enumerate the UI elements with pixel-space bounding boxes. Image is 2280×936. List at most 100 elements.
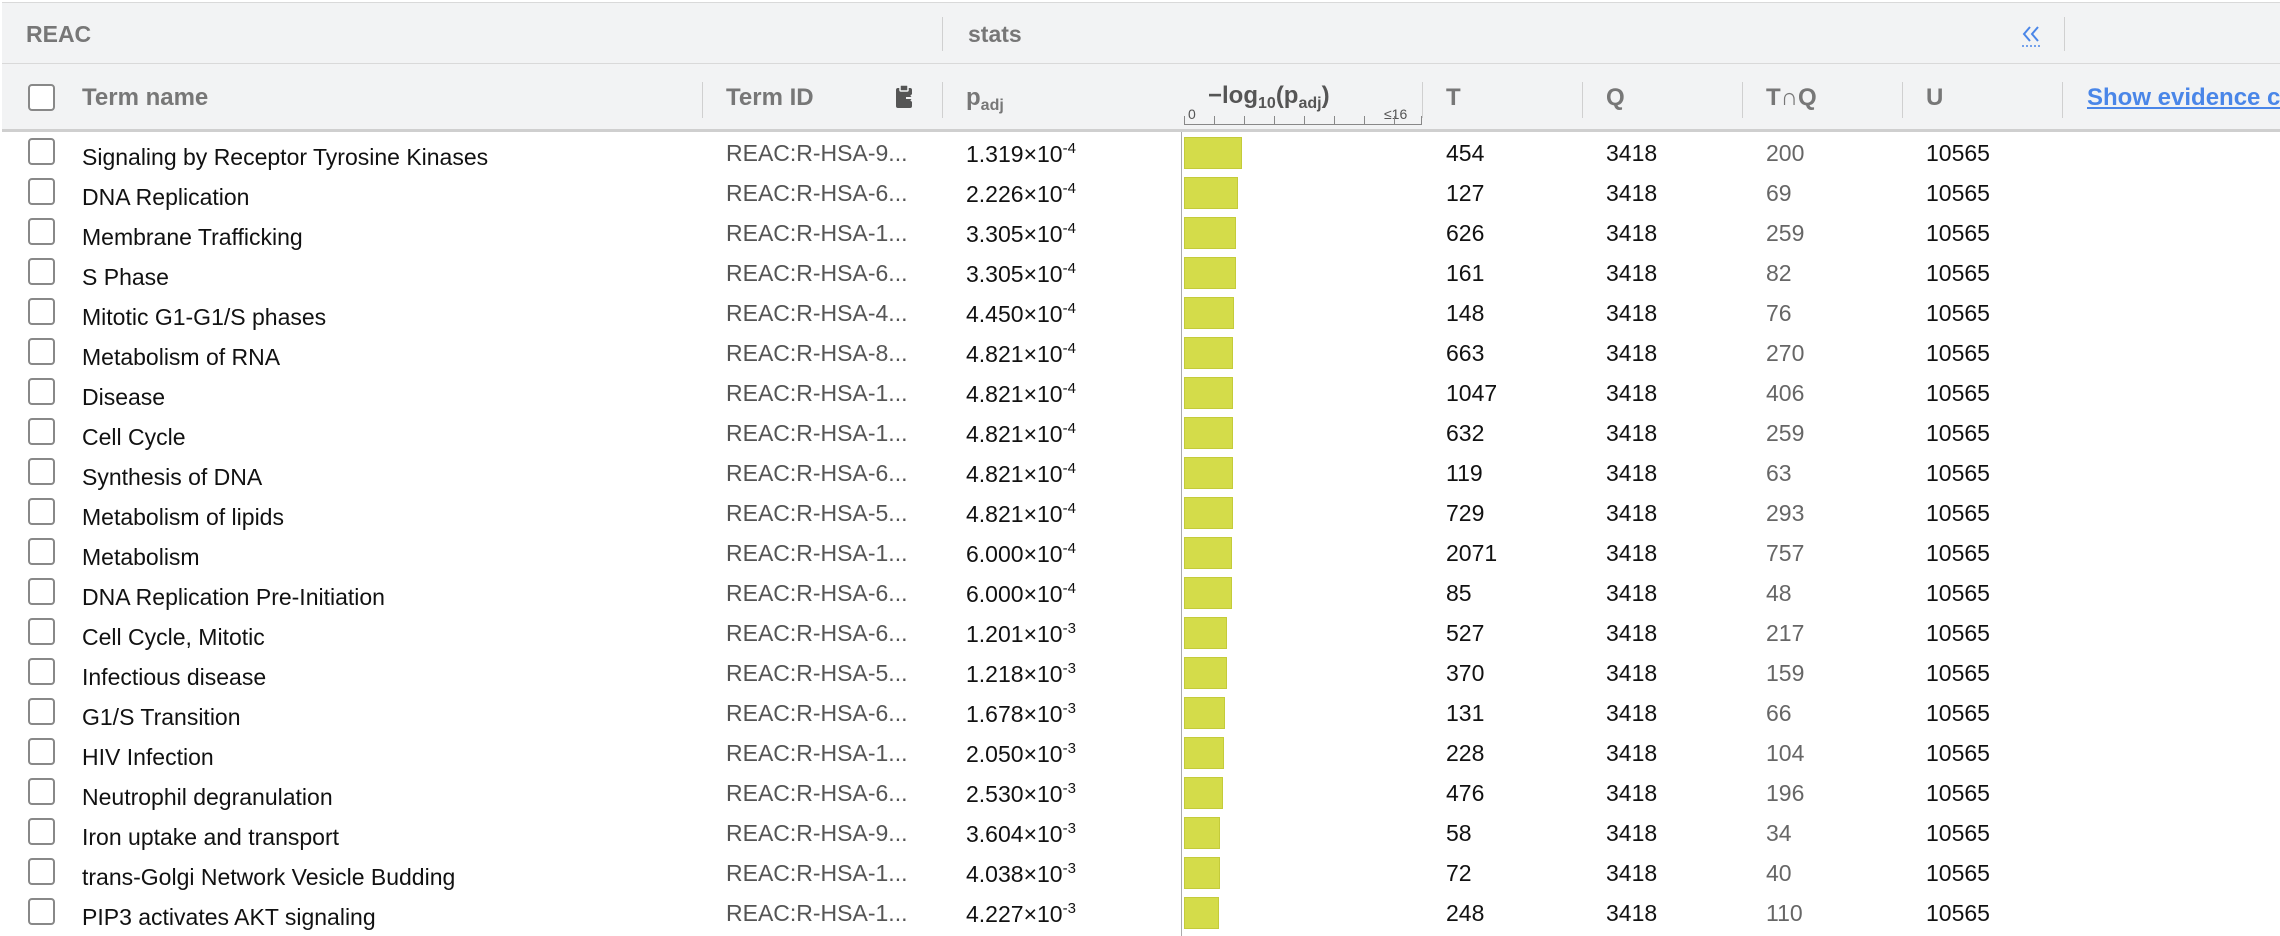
- show-evidence-link[interactable]: Show evidence c: [2087, 84, 2280, 112]
- term-name[interactable]: trans-Golgi Network Vesicle Budding: [82, 864, 455, 891]
- term-name[interactable]: Iron uptake and transport: [82, 824, 339, 851]
- row-checkbox[interactable]: [28, 498, 55, 525]
- u-value: 10565: [1926, 420, 1990, 446]
- term-id[interactable]: REAC:R-HSA-6...: [726, 460, 907, 487]
- table-row[interactable]: Cell Cycle, Mitotic REAC:R-HSA-6... 1.201×…: [2, 612, 2280, 652]
- table-row[interactable]: trans-Golgi Network Vesicle Budding REAC:…: [2, 852, 2280, 892]
- table-row[interactable]: HIV Infection REAC:R-HSA-1... 2.050×10-3 22…: [2, 732, 2280, 772]
- term-name[interactable]: HIV Infection: [82, 744, 214, 771]
- term-id[interactable]: REAC:R-HSA-6...: [726, 180, 907, 207]
- term-name[interactable]: DNA Replication Pre-Initiation: [82, 584, 385, 611]
- u-value: 10565: [1926, 620, 1990, 646]
- term-id[interactable]: REAC:R-HSA-6...: [726, 260, 907, 287]
- neglog-scale-header[interactable]: −log10(padj) 0 ≤16: [1184, 64, 1424, 132]
- row-checkbox[interactable]: [28, 418, 55, 445]
- term-name[interactable]: Synthesis of DNA: [82, 464, 262, 491]
- u-value: 10565: [1926, 900, 1990, 926]
- table-row[interactable]: Cell Cycle REAC:R-HSA-1... 4.821×10-4 632 34…: [2, 412, 2280, 452]
- copy-clipboard-icon[interactable]: [892, 82, 918, 112]
- term-name[interactable]: S Phase: [82, 264, 169, 291]
- row-checkbox[interactable]: [28, 538, 55, 565]
- row-checkbox[interactable]: [28, 258, 55, 285]
- padj-times: ×10: [1023, 221, 1063, 247]
- term-id[interactable]: REAC:R-HSA-6...: [726, 700, 907, 727]
- row-checkbox[interactable]: [28, 858, 55, 885]
- table-row[interactable]: Neutrophil degranulation REAC:R-HSA-6... 2…: [2, 772, 2280, 812]
- row-checkbox[interactable]: [28, 218, 55, 245]
- table-row[interactable]: Metabolism of lipids REAC:R-HSA-5... 4.821…: [2, 492, 2280, 532]
- term-id[interactable]: REAC:R-HSA-8...: [726, 340, 907, 367]
- scale-min-label: 0: [1188, 106, 1196, 122]
- row-checkbox[interactable]: [28, 818, 55, 845]
- term-id[interactable]: REAC:R-HSA-5...: [726, 660, 907, 687]
- term-id[interactable]: REAC:R-HSA-6...: [726, 780, 907, 807]
- row-checkbox[interactable]: [28, 618, 55, 645]
- table-row[interactable]: Disease REAC:R-HSA-1... 4.821×10-4 1047 3418…: [2, 372, 2280, 412]
- row-checkbox[interactable]: [28, 298, 55, 325]
- collapse-icon[interactable]: [2018, 19, 2046, 49]
- term-name[interactable]: DNA Replication: [82, 184, 249, 211]
- table-row[interactable]: S Phase REAC:R-HSA-6... 3.305×10-4 161 3418 8…: [2, 252, 2280, 292]
- term-name[interactable]: Cell Cycle: [82, 424, 186, 451]
- term-name[interactable]: Neutrophil degranulation: [82, 784, 333, 811]
- table-row[interactable]: Membrane Trafficking REAC:R-HSA-1... 3.305…: [2, 212, 2280, 252]
- row-checkbox[interactable]: [28, 378, 55, 405]
- term-id[interactable]: REAC:R-HSA-1...: [726, 860, 907, 887]
- term-id[interactable]: REAC:R-HSA-1...: [726, 540, 907, 567]
- term-id-header[interactable]: Term ID: [726, 84, 814, 112]
- table-row[interactable]: Iron uptake and transport REAC:R-HSA-9...…: [2, 812, 2280, 852]
- term-name[interactable]: Disease: [82, 384, 165, 411]
- term-id[interactable]: REAC:R-HSA-1...: [726, 220, 907, 247]
- row-checkbox[interactable]: [28, 338, 55, 365]
- scale-tick: [1334, 116, 1335, 124]
- select-all-checkbox[interactable]: [28, 84, 55, 111]
- row-checkbox[interactable]: [28, 738, 55, 765]
- row-checkbox[interactable]: [28, 658, 55, 685]
- term-name[interactable]: Metabolism of lipids: [82, 504, 284, 531]
- t-header[interactable]: T: [1446, 84, 1461, 112]
- term-name[interactable]: Membrane Trafficking: [82, 224, 303, 251]
- table-row[interactable]: PIP3 activates AKT signaling REAC:R-HSA-1…: [2, 892, 2280, 932]
- tq-header[interactable]: T∩Q: [1766, 84, 1817, 112]
- table-row[interactable]: Signaling by Receptor Tyrosine Kinases RE…: [2, 132, 2280, 172]
- term-id[interactable]: REAC:R-HSA-4...: [726, 300, 907, 327]
- divider: [702, 82, 703, 118]
- padj-header[interactable]: padj: [966, 84, 1004, 115]
- term-id[interactable]: REAC:R-HSA-5...: [726, 500, 907, 527]
- row-checkbox[interactable]: [28, 898, 55, 925]
- table-row[interactable]: Metabolism of RNA REAC:R-HSA-8... 4.821×10…: [2, 332, 2280, 372]
- u-header[interactable]: U: [1926, 84, 1943, 112]
- table-row[interactable]: Mitotic G1-G1/S phases REAC:R-HSA-4... 4.4…: [2, 292, 2280, 332]
- term-name[interactable]: Signaling by Receptor Tyrosine Kinases: [82, 144, 488, 171]
- table-row[interactable]: Infectious disease REAC:R-HSA-5... 1.218×1…: [2, 652, 2280, 692]
- term-name[interactable]: Mitotic G1-G1/S phases: [82, 304, 326, 331]
- term-name[interactable]: G1/S Transition: [82, 704, 241, 731]
- q-header[interactable]: Q: [1606, 84, 1625, 112]
- row-checkbox[interactable]: [28, 178, 55, 205]
- term-id[interactable]: REAC:R-HSA-9...: [726, 140, 907, 167]
- row-checkbox[interactable]: [28, 138, 55, 165]
- row-checkbox[interactable]: [28, 578, 55, 605]
- table-row[interactable]: Metabolism REAC:R-HSA-1... 6.000×10-4 2071 3…: [2, 532, 2280, 572]
- term-id[interactable]: REAC:R-HSA-6...: [726, 580, 907, 607]
- term-name[interactable]: Metabolism of RNA: [82, 344, 280, 371]
- term-name[interactable]: PIP3 activates AKT signaling: [82, 904, 376, 931]
- term-name-header[interactable]: Term name: [82, 84, 208, 112]
- term-id[interactable]: REAC:R-HSA-9...: [726, 820, 907, 847]
- row-checkbox[interactable]: [28, 778, 55, 805]
- term-id[interactable]: REAC:R-HSA-1...: [726, 420, 907, 447]
- term-id[interactable]: REAC:R-HSA-1...: [726, 900, 907, 927]
- term-id[interactable]: REAC:R-HSA-1...: [726, 380, 907, 407]
- term-name[interactable]: Infectious disease: [82, 664, 266, 691]
- term-name[interactable]: Cell Cycle, Mitotic: [82, 624, 265, 651]
- table-row[interactable]: G1/S Transition REAC:R-HSA-6... 1.678×10-3…: [2, 692, 2280, 732]
- term-id[interactable]: REAC:R-HSA-6...: [726, 620, 907, 647]
- row-checkbox[interactable]: [28, 458, 55, 485]
- row-checkbox[interactable]: [28, 698, 55, 725]
- tq-value: 104: [1766, 740, 1805, 766]
- table-row[interactable]: Synthesis of DNA REAC:R-HSA-6... 4.821×10-…: [2, 452, 2280, 492]
- table-row[interactable]: DNA Replication Pre-Initiation REAC:R-HSA…: [2, 572, 2280, 612]
- term-name[interactable]: Metabolism: [82, 544, 200, 571]
- term-id[interactable]: REAC:R-HSA-1...: [726, 740, 907, 767]
- table-row[interactable]: DNA Replication REAC:R-HSA-6... 2.226×10-4…: [2, 172, 2280, 212]
